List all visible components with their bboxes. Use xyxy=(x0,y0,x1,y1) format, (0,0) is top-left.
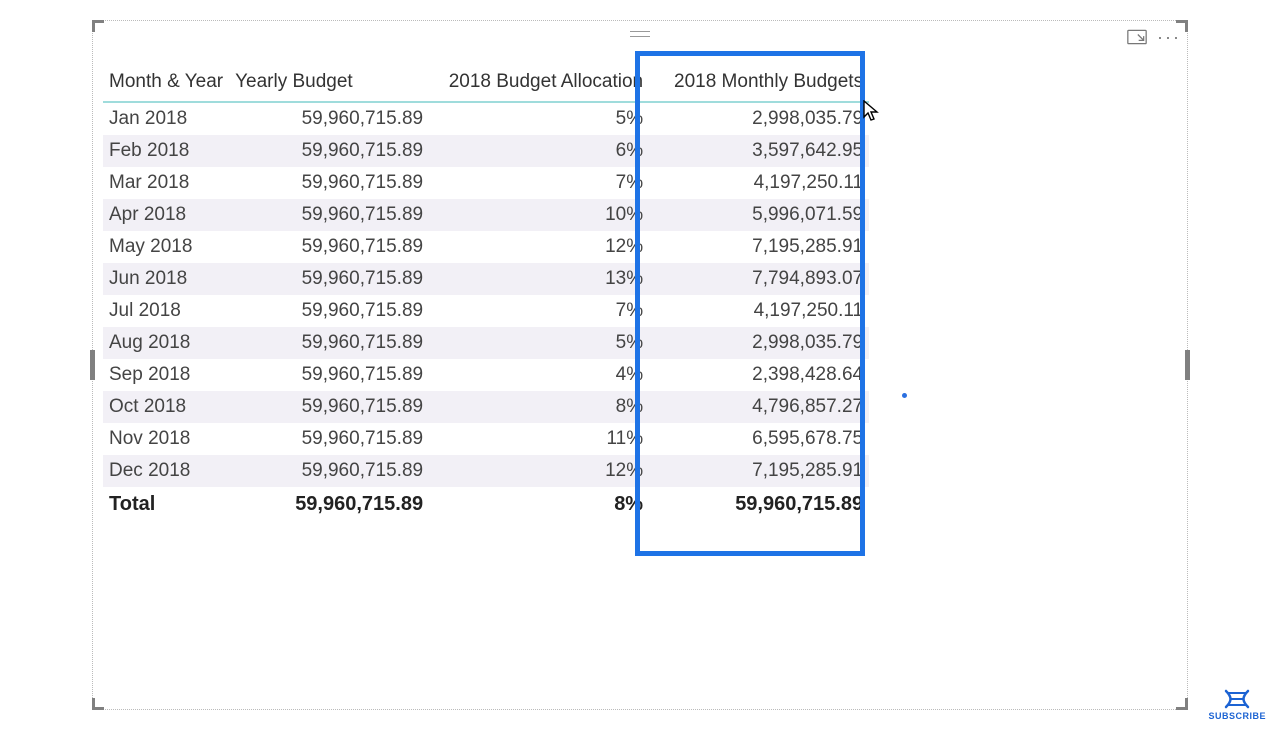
cell-month: Sep 2018 xyxy=(103,359,229,391)
cell-month: Feb 2018 xyxy=(103,135,229,167)
more-options-icon[interactable]: ··· xyxy=(1159,27,1179,47)
cell-monthly: 7,794,893.07 xyxy=(649,263,869,295)
cell-alloc: 10% xyxy=(429,199,649,231)
visual-header-icons: ··· xyxy=(1127,27,1179,47)
budget-table[interactable]: Month & Year Yearly Budget 2018 Budget A… xyxy=(103,65,869,521)
cell-monthly: 7,195,285.91 xyxy=(649,231,869,263)
table-row[interactable]: Nov 201859,960,715.8911%6,595,678.75 xyxy=(103,423,869,455)
cell-monthly: 7,195,285.91 xyxy=(649,455,869,487)
total-yearly: 59,960,715.89 xyxy=(229,487,429,521)
total-alloc: 8% xyxy=(429,487,649,521)
resize-handle-bottom-right[interactable] xyxy=(1176,698,1188,710)
cell-alloc: 5% xyxy=(429,327,649,359)
table-row[interactable]: Mar 201859,960,715.897%4,197,250.11 xyxy=(103,167,869,199)
cell-month: Jul 2018 xyxy=(103,295,229,327)
cell-yearly: 59,960,715.89 xyxy=(229,102,429,135)
table-row[interactable]: Aug 201859,960,715.895%2,998,035.79 xyxy=(103,327,869,359)
table-row[interactable]: Jan 201859,960,715.895%2,998,035.79 xyxy=(103,102,869,135)
subscribe-label: SUBSCRIBE xyxy=(1208,711,1266,721)
cell-yearly: 59,960,715.89 xyxy=(229,423,429,455)
cell-alloc: 4% xyxy=(429,359,649,391)
table-row[interactable]: Jun 201859,960,715.8913%7,794,893.07 xyxy=(103,263,869,295)
cell-month: Oct 2018 xyxy=(103,391,229,423)
cell-monthly: 5,996,071.59 xyxy=(649,199,869,231)
table-row[interactable]: Sep 201859,960,715.894%2,398,428.64 xyxy=(103,359,869,391)
table-header-row[interactable]: Month & Year Yearly Budget 2018 Budget A… xyxy=(103,65,869,102)
cell-alloc: 11% xyxy=(429,423,649,455)
cell-yearly: 59,960,715.89 xyxy=(229,167,429,199)
col-monthly-budget[interactable]: 2018 Monthly Budgets xyxy=(649,65,869,102)
decorative-dot xyxy=(902,393,907,398)
col-month-year[interactable]: Month & Year xyxy=(103,65,229,102)
cell-monthly: 2,998,035.79 xyxy=(649,327,869,359)
cell-alloc: 8% xyxy=(429,391,649,423)
cell-month: Nov 2018 xyxy=(103,423,229,455)
resize-handle-left[interactable] xyxy=(90,350,95,380)
cell-alloc: 13% xyxy=(429,263,649,295)
resize-handle-bottom-left[interactable] xyxy=(92,698,104,710)
cell-month: Jan 2018 xyxy=(103,102,229,135)
table-row[interactable]: May 201859,960,715.8912%7,195,285.91 xyxy=(103,231,869,263)
cell-alloc: 6% xyxy=(429,135,649,167)
subscribe-badge[interactable]: SUBSCRIBE xyxy=(1208,689,1266,721)
cell-month: May 2018 xyxy=(103,231,229,263)
cell-month: Jun 2018 xyxy=(103,263,229,295)
cell-monthly: 2,398,428.64 xyxy=(649,359,869,391)
drag-grip-icon[interactable] xyxy=(630,31,650,37)
col-yearly-budget[interactable]: Yearly Budget xyxy=(229,65,429,102)
cell-yearly: 59,960,715.89 xyxy=(229,231,429,263)
report-visual-container[interactable]: ··· Month & Year Yearly Budget 2018 Budg… xyxy=(92,20,1188,710)
cell-monthly: 4,197,250.11 xyxy=(649,295,869,327)
cell-month: Mar 2018 xyxy=(103,167,229,199)
cell-yearly: 59,960,715.89 xyxy=(229,263,429,295)
cell-alloc: 12% xyxy=(429,231,649,263)
total-label: Total xyxy=(103,487,229,521)
cell-monthly: 2,998,035.79 xyxy=(649,102,869,135)
cell-yearly: 59,960,715.89 xyxy=(229,327,429,359)
cell-yearly: 59,960,715.89 xyxy=(229,135,429,167)
table-row[interactable]: Feb 201859,960,715.896%3,597,642.95 xyxy=(103,135,869,167)
cell-alloc: 7% xyxy=(429,167,649,199)
table-row[interactable]: Jul 201859,960,715.897%4,197,250.11 xyxy=(103,295,869,327)
table-total-row[interactable]: Total 59,960,715.89 8% 59,960,715.89 xyxy=(103,487,869,521)
cell-alloc: 7% xyxy=(429,295,649,327)
cell-monthly: 4,796,857.27 xyxy=(649,391,869,423)
cell-monthly: 3,597,642.95 xyxy=(649,135,869,167)
cell-alloc: 12% xyxy=(429,455,649,487)
cell-monthly: 4,197,250.11 xyxy=(649,167,869,199)
table-row[interactable]: Apr 201859,960,715.8910%5,996,071.59 xyxy=(103,199,869,231)
cell-yearly: 59,960,715.89 xyxy=(229,199,429,231)
cell-month: Dec 2018 xyxy=(103,455,229,487)
cell-yearly: 59,960,715.89 xyxy=(229,391,429,423)
cell-alloc: 5% xyxy=(429,102,649,135)
dna-icon xyxy=(1222,689,1252,709)
col-allocation[interactable]: 2018 Budget Allocation xyxy=(429,65,649,102)
budget-table-wrapper: Month & Year Yearly Budget 2018 Budget A… xyxy=(103,65,1163,521)
focus-mode-icon[interactable] xyxy=(1127,27,1147,47)
cell-yearly: 59,960,715.89 xyxy=(229,295,429,327)
resize-handle-top-left[interactable] xyxy=(92,20,104,32)
table-row[interactable]: Dec 201859,960,715.8912%7,195,285.91 xyxy=(103,455,869,487)
cell-month: Apr 2018 xyxy=(103,199,229,231)
cell-yearly: 59,960,715.89 xyxy=(229,359,429,391)
cell-yearly: 59,960,715.89 xyxy=(229,455,429,487)
cell-month: Aug 2018 xyxy=(103,327,229,359)
resize-handle-right[interactable] xyxy=(1185,350,1190,380)
table-row[interactable]: Oct 201859,960,715.898%4,796,857.27 xyxy=(103,391,869,423)
table-body: Jan 201859,960,715.895%2,998,035.79Feb 2… xyxy=(103,102,869,487)
total-monthly: 59,960,715.89 xyxy=(649,487,869,521)
cell-monthly: 6,595,678.75 xyxy=(649,423,869,455)
